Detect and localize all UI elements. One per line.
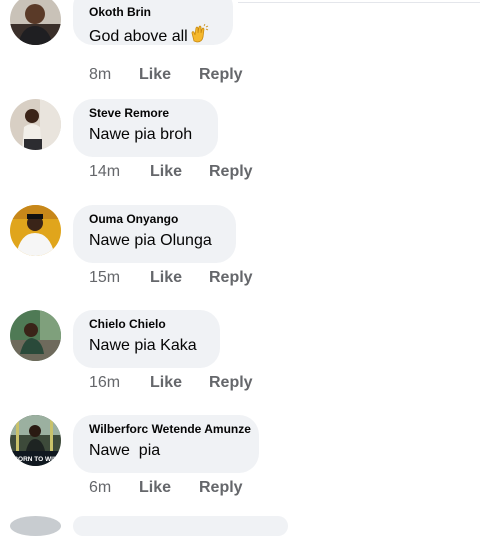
comment-author[interactable]: Ouma Onyango bbox=[89, 211, 220, 227]
comment-item: Steve Remore Nawe pia broh 14m Like Repl… bbox=[0, 99, 480, 199]
comment-item: Okoth Brin God above all 8m Like Reply bbox=[0, 0, 480, 87]
like-button[interactable]: Like bbox=[150, 160, 182, 184]
comment-bubble: Ouma Onyango Nawe pia Olunga bbox=[73, 205, 236, 263]
reply-button[interactable]: Reply bbox=[199, 476, 243, 500]
comment-time[interactable]: 16m bbox=[89, 371, 120, 395]
like-button[interactable]: Like bbox=[150, 371, 182, 395]
comment-author[interactable]: Steve Remore bbox=[89, 105, 202, 121]
comment-bubble: Okoth Brin God above all bbox=[73, 0, 233, 45]
avatar[interactable] bbox=[10, 0, 61, 45]
comment-author[interactable]: Okoth Brin bbox=[89, 4, 217, 20]
comment-item: Chielo Chielo Nawe pia Kaka 16m Like Rep… bbox=[0, 310, 480, 410]
avatar[interactable]: BORN TO WIN bbox=[10, 415, 61, 466]
comment-text: Nawe pia Olunga bbox=[89, 232, 212, 249]
comment-author[interactable]: Chielo Chielo bbox=[89, 316, 204, 332]
reply-button[interactable]: Reply bbox=[199, 63, 243, 87]
comment-time[interactable]: 6m bbox=[89, 476, 111, 500]
avatar[interactable] bbox=[10, 99, 61, 150]
reply-button[interactable]: Reply bbox=[209, 160, 253, 184]
comment-bubble: Chielo Chielo Nawe pia Kaka bbox=[73, 310, 220, 368]
avatar[interactable] bbox=[10, 516, 61, 536]
like-button[interactable]: Like bbox=[139, 476, 171, 500]
like-button[interactable]: Like bbox=[150, 266, 182, 290]
reply-button[interactable]: Reply bbox=[209, 266, 253, 290]
comment-item: Ouma Onyango Nawe pia Olunga 15m Like Re… bbox=[0, 205, 480, 305]
comment-bubble bbox=[73, 516, 288, 536]
reply-button[interactable]: Reply bbox=[209, 371, 253, 395]
clapping-hands-icon bbox=[189, 23, 209, 50]
comment-time[interactable]: 15m bbox=[89, 266, 120, 290]
comment-item: BORN TO WIN Wilberforc Wetende Amunze Na… bbox=[0, 415, 480, 515]
comment-bubble: Steve Remore Nawe pia broh bbox=[73, 99, 218, 157]
comment-author[interactable]: Wilberforc Wetende Amunze bbox=[89, 421, 251, 437]
comment-text: Nawe pia bbox=[89, 442, 161, 459]
comment-text: Nawe pia broh bbox=[89, 126, 193, 143]
avatar[interactable] bbox=[10, 310, 61, 361]
comment-bubble: Wilberforc Wetende Amunze Nawe pia bbox=[73, 415, 259, 473]
comment-text: God above all bbox=[89, 23, 217, 50]
avatar-caption: BORN TO WIN bbox=[13, 456, 58, 463]
like-button[interactable]: Like bbox=[139, 63, 171, 87]
avatar[interactable] bbox=[10, 205, 61, 256]
comment-time[interactable]: 14m bbox=[89, 160, 120, 184]
comment-text: Nawe pia Kaka bbox=[89, 337, 197, 354]
comment-time[interactable]: 8m bbox=[89, 63, 111, 87]
